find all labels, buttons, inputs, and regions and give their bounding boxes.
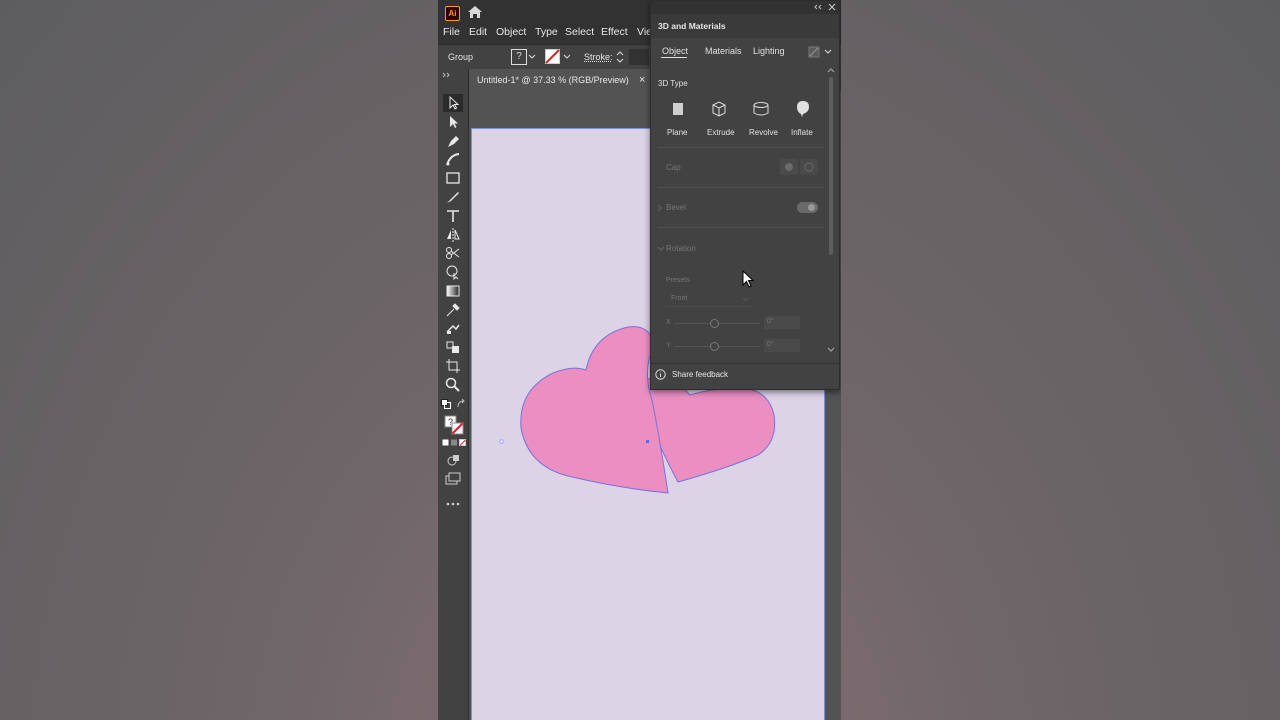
bevel-label[interactable]: Bevel [666,203,686,212]
reflect-tool-icon[interactable] [444,227,462,243]
app-logo: Ai [445,6,460,21]
y-value: 0° [767,341,774,348]
home-icon[interactable] [466,4,484,20]
y-label: Y [666,342,671,349]
tab-object[interactable]: Object [662,46,688,56]
symbol-sprayer-tool-icon[interactable] [444,339,462,355]
scroll-up-icon[interactable] [827,67,835,73]
x-value: 0° [767,318,774,325]
y-slider-thumb[interactable] [710,342,719,351]
menu-object[interactable]: Object [496,26,526,38]
share-feedback-link[interactable]: Share feedback [672,370,728,379]
chevron-down-icon[interactable] [657,246,665,252]
mouse-cursor-icon [742,270,755,288]
document-tab[interactable]: Untitled-1* @ 37.33 % (RGB/Preview) × [469,69,651,91]
render-options-icon[interactable] [808,46,834,58]
draw-mode-icon[interactable] [444,452,462,468]
document-tab-title: Untitled-1* @ 37.33 % (RGB/Preview) [477,75,629,85]
presets-label: Presets [666,277,690,284]
type-plane-label[interactable]: Plane [667,128,687,137]
artboard-tool-icon[interactable] [444,358,462,374]
chevron-right-icon[interactable] [657,204,663,212]
extrude-icon[interactable] [710,100,728,118]
screen-mode-icon[interactable] [444,471,462,487]
scissors-tool-icon[interactable] [444,245,462,261]
stroke-stepper-icon[interactable] [615,49,625,65]
selection-tool-icon[interactable] [444,95,462,111]
shape-builder-tool-icon[interactable] [444,264,462,280]
type-tool-icon[interactable] [444,208,462,224]
direct-selection-tool-icon[interactable] [444,114,462,130]
more-tools-icon[interactable] [444,496,462,512]
heart-left[interactable] [520,326,669,494]
eyedropper-tool-icon[interactable] [444,302,462,318]
fill-stroke-swatch[interactable]: ? [444,415,464,435]
blend-tool-icon[interactable] [444,320,462,336]
active-tab-underline [661,57,687,58]
toggle-knob [808,204,815,211]
default-colors-icon[interactable] [441,399,451,409]
close-panel-icon[interactable] [828,3,836,11]
center-point [646,440,649,443]
fill-swatch[interactable]: ? [511,49,527,65]
x-value-field[interactable]: 0° [764,316,800,329]
close-icon[interactable]: × [639,74,645,86]
scrollbar-thumb[interactable] [829,77,833,255]
panel-scrollbar[interactable] [827,67,835,357]
divider [658,147,824,148]
type-inflate-label[interactable]: Inflate [791,128,813,137]
cap-icons [785,162,814,172]
3d-materials-panel: 3D and Materials Object Materials Lighti… [650,0,840,390]
panel-header-strip [651,1,839,14]
type-revolve-label[interactable]: Revolve [749,128,778,137]
chevron-down-icon[interactable] [563,54,571,60]
panel-title: 3D and Materials [658,21,726,31]
scroll-down-icon[interactable] [827,347,835,353]
inflate-icon[interactable] [796,100,810,118]
divider [658,187,824,188]
chevron-down-icon[interactable] [528,54,536,60]
section-3d-type: 3D Type [658,79,688,88]
revolve-icon[interactable] [752,101,770,117]
presets-dropdown[interactable]: Front [666,292,752,307]
stroke-weight-field[interactable] [629,49,649,65]
rotation-label[interactable]: Rotation [666,244,696,253]
bounding-handle[interactable] [499,439,504,444]
x-label: X [666,319,671,326]
x-slider-thumb[interactable] [710,319,719,328]
plane-icon[interactable] [671,101,685,117]
panel-title-bar: 3D and Materials [651,14,839,38]
tab-lighting[interactable]: Lighting [753,46,785,56]
gradient-tool-icon[interactable] [444,283,462,299]
rectangle-tool-icon[interactable] [444,170,462,186]
tab-materials[interactable]: Materials [705,46,742,56]
menu-file[interactable]: File [443,26,460,38]
menu-type[interactable]: Type [535,26,558,38]
preset-value: Front [671,295,688,302]
bevel-toggle[interactable] [797,202,818,213]
menu-effect[interactable]: Effect [601,26,628,38]
collapse-icon[interactable] [442,72,450,78]
divider [658,227,824,228]
illustrator-window: Ai File Edit Object Type Select Effect V… [438,0,841,720]
menu-select[interactable]: Select [565,26,594,38]
tools-panel: ? [438,69,469,720]
color-mode-icons[interactable] [442,439,466,447]
stroke-label[interactable]: Stroke: [584,52,613,62]
menu-edit[interactable]: Edit [469,26,487,38]
curvature-tool-icon[interactable] [444,151,462,167]
chevron-down-icon [742,297,749,302]
y-value-field[interactable]: 0° [764,339,800,352]
swap-colors-icon[interactable] [456,399,466,409]
paintbrush-tool-icon[interactable] [444,189,462,205]
collapse-panel-icon[interactable] [814,4,822,10]
cap-label: Cap [666,163,681,172]
pen-tool-icon[interactable] [444,133,462,149]
zoom-tool-icon[interactable] [444,376,462,392]
feedback-bar[interactable]: Share feedback [651,363,839,388]
info-icon [655,369,666,380]
type-extrude-label[interactable]: Extrude [707,128,735,137]
selection-type-label: Group [448,52,474,62]
stroke-swatch[interactable] [545,49,560,64]
